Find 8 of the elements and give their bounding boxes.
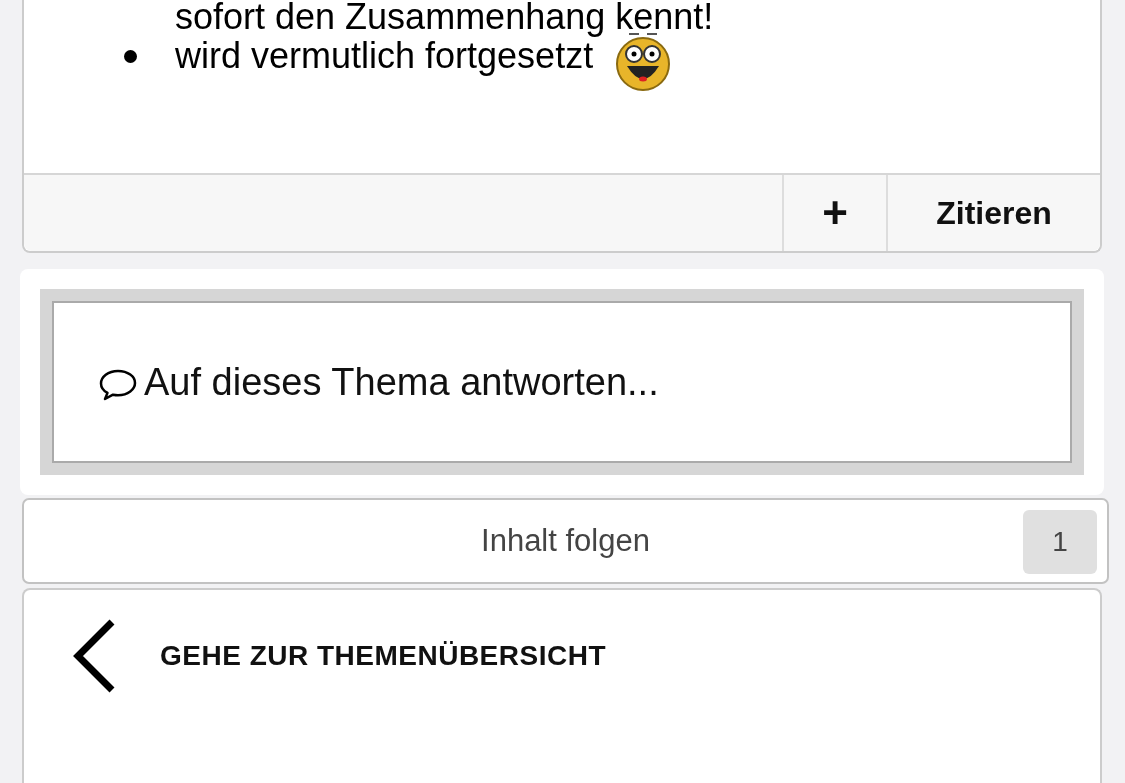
speech-bubble-icon <box>98 368 138 402</box>
reply-field[interactable]: Auf dieses Thema antworten... <box>52 301 1072 463</box>
bullet-icon <box>124 49 137 63</box>
follower-count: 1 <box>1023 510 1097 574</box>
follow-label: Inhalt folgen <box>481 523 650 559</box>
smiley-icon <box>615 30 672 92</box>
follow-button[interactable]: Inhalt folgen 1 <box>22 498 1109 584</box>
back-to-topics-link[interactable]: GEHE ZUR THEMENÜBERSICHT <box>160 640 606 672</box>
